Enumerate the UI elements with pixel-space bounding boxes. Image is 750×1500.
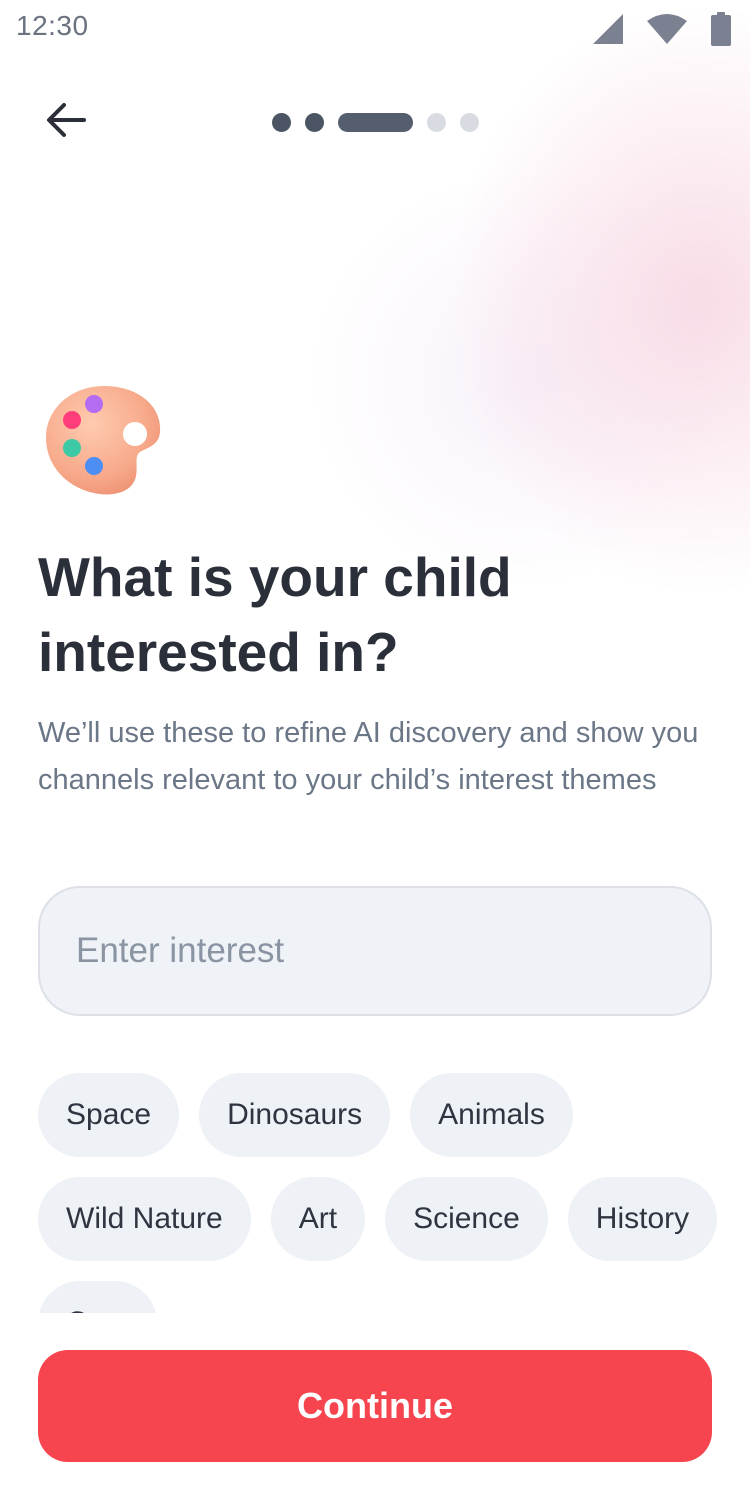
- progress-step-3: [338, 112, 413, 132]
- progress-step-4: [427, 112, 446, 132]
- onboarding-screen: 12:30 What is your child interested in? …: [0, 0, 750, 1500]
- arrow-left-icon: [44, 100, 88, 145]
- progress-indicator: [272, 112, 479, 132]
- status-time: 12:30: [16, 10, 89, 41]
- page-subtitle: We’ll use these to refine AI discovery a…: [38, 717, 699, 796]
- progress-step-1: [272, 112, 291, 132]
- back-button[interactable]: [40, 96, 92, 148]
- battery-icon: [710, 12, 732, 46]
- interest-chip[interactable]: Animals: [410, 1073, 573, 1157]
- interest-chips: Space Dinosaurs Animals Wild Nature Art Scien…: [38, 1073, 728, 1313]
- status-icons: [592, 12, 732, 46]
- interest-chip[interactable]: Cars: [38, 1281, 158, 1313]
- continue-button[interactable]: Continue: [38, 1350, 712, 1462]
- interest-chip[interactable]: Wild Nature: [38, 1177, 251, 1261]
- progress-step-2: [305, 112, 324, 132]
- signal-icon: [592, 13, 624, 45]
- status-bar: 12:30: [0, 0, 750, 56]
- wifi-icon: [646, 13, 688, 45]
- interest-chip[interactable]: History: [567, 1177, 718, 1261]
- interest-chip[interactable]: Art: [270, 1177, 366, 1261]
- progress-step-5: [460, 112, 479, 132]
- page-title: What is your child interested in?: [38, 546, 512, 683]
- interest-chip[interactable]: Science: [385, 1177, 548, 1261]
- interest-chip[interactable]: Space: [38, 1073, 180, 1157]
- artist-palette-icon: [42, 382, 166, 498]
- interest-chip[interactable]: Dinosaurs: [199, 1073, 391, 1157]
- interest-input[interactable]: [38, 886, 712, 1016]
